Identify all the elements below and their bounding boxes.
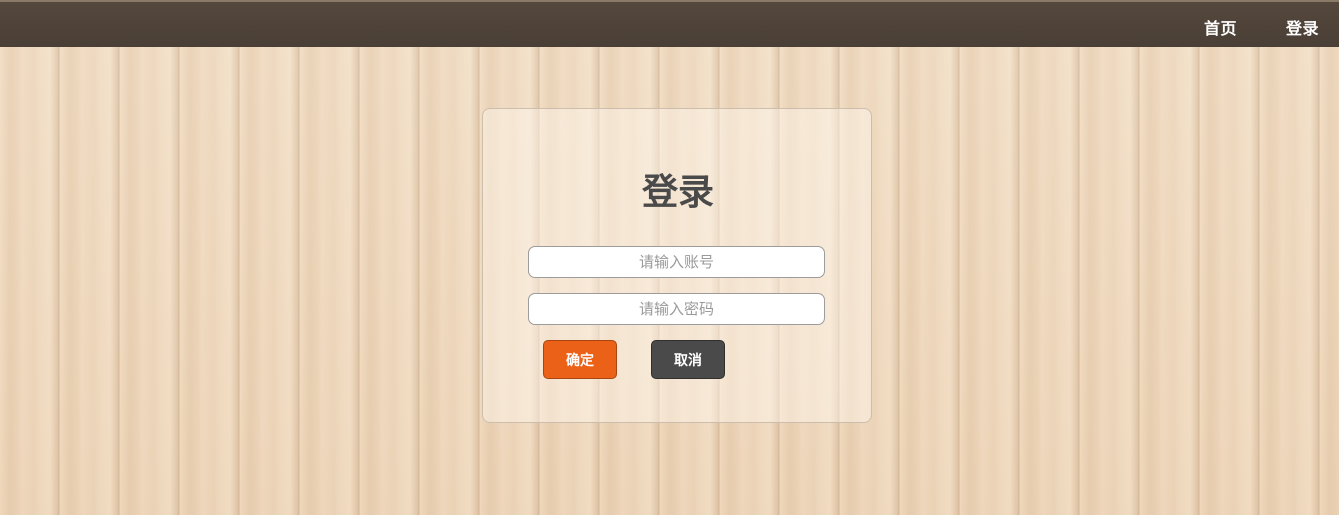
top-navigation-bar: 首页 登录 [0, 0, 1339, 47]
password-input[interactable] [528, 293, 825, 325]
nav-home-link[interactable]: 首页 [1204, 15, 1237, 39]
confirm-button[interactable]: 确定 [543, 340, 617, 379]
cancel-button[interactable]: 取消 [651, 340, 725, 379]
login-title: 登录 [641, 172, 714, 213]
nav-login-link[interactable]: 登录 [1286, 15, 1319, 39]
login-panel: 登录 确定 取消 [482, 108, 872, 423]
account-input[interactable] [528, 246, 825, 278]
